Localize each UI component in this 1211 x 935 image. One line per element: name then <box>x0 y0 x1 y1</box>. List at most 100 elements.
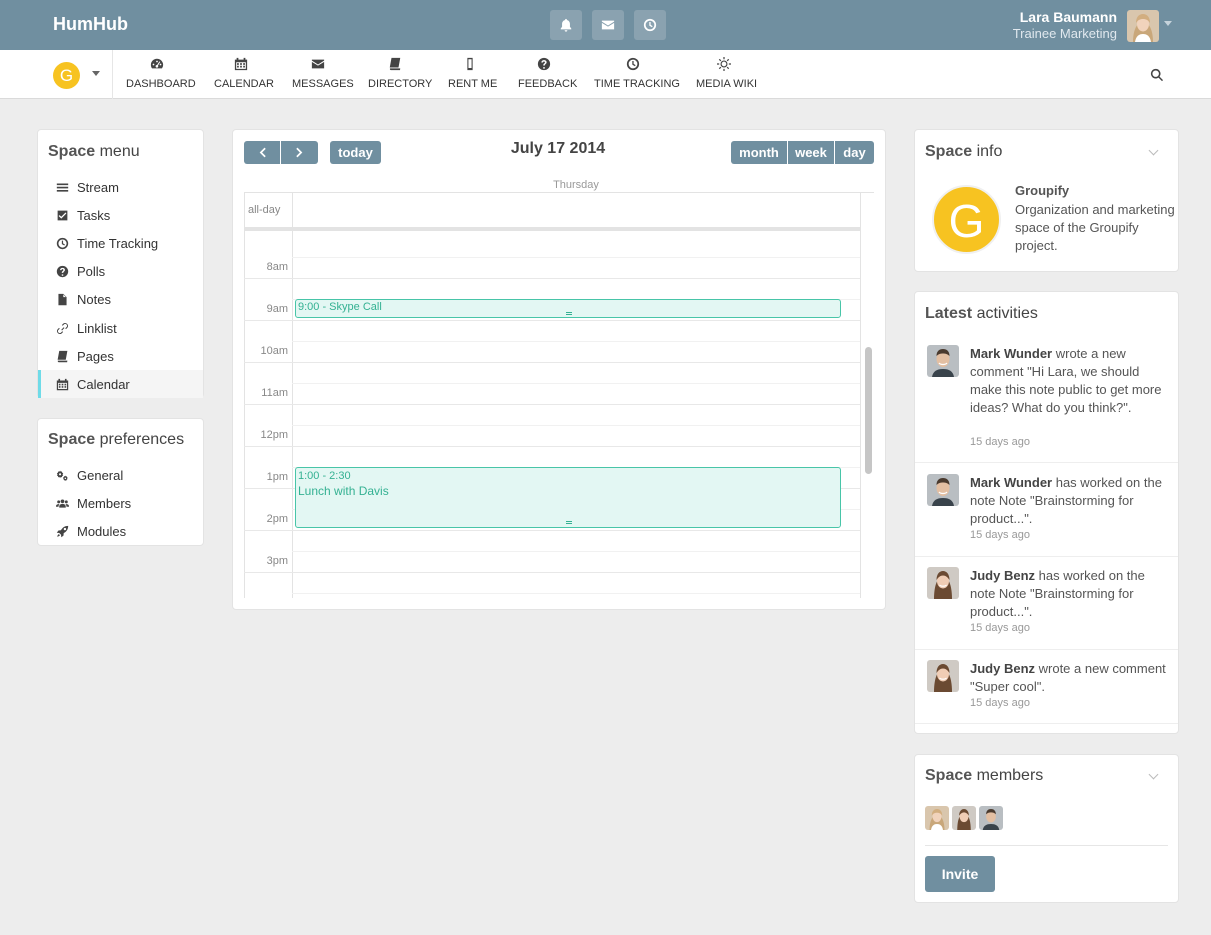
menu-item-time-tracking[interactable]: Time Tracking <box>38 229 203 257</box>
activity-text: Judy Benz has worked on the note Note "B… <box>970 568 1145 619</box>
avatar[interactable] <box>927 567 959 599</box>
rocket-icon <box>56 525 69 537</box>
activity-item[interactable]: Judy Benz has worked on the note Note "B… <box>915 557 1178 650</box>
menu-item-tasks[interactable]: Tasks <box>38 201 203 229</box>
menu-item-linklist[interactable]: Linklist <box>38 314 203 342</box>
hour-label: 1pm <box>266 471 288 483</box>
activity-item[interactable]: Mark Wunder has worked on the note Note … <box>915 464 1178 557</box>
menu-item-label: Polls <box>77 263 106 279</box>
avatar[interactable] <box>927 660 959 692</box>
view-day-button[interactable]: day <box>835 141 874 164</box>
member-avatar[interactable] <box>979 806 1003 830</box>
user-avatar[interactable] <box>1127 10 1159 42</box>
avatar[interactable] <box>927 345 959 377</box>
nav-label: RENT ME <box>448 78 498 90</box>
latest-activities-panel: Latest activities Mark Wunder wrote a ne… <box>914 291 1179 734</box>
view-week-button[interactable]: week <box>788 141 834 164</box>
clock-icon <box>56 237 69 249</box>
resize-handle[interactable] <box>566 521 572 524</box>
activity-item[interactable]: Judy Benz wrote a new comment "Super coo… <box>915 650 1178 724</box>
check-square-icon <box>57 210 68 220</box>
menu-item-label: Stream <box>77 179 119 195</box>
cogs-icon <box>56 470 68 481</box>
search-button[interactable] <box>1150 67 1166 83</box>
collapse-chevron-icon[interactable] <box>1148 145 1159 156</box>
half-hour-line <box>292 257 860 258</box>
nav-feedback[interactable]: FEEDBACK <box>518 57 578 93</box>
event-lunch-with-davis[interactable]: 1:00 - 2:30 Lunch with Davis <box>295 467 841 528</box>
menu-item-pages[interactable]: Pages <box>38 342 203 370</box>
today-button[interactable]: today <box>330 141 381 164</box>
activity-button[interactable] <box>634 10 666 40</box>
collapse-chevron-icon[interactable] <box>1148 769 1159 780</box>
menu-item-label: Calendar <box>77 376 130 392</box>
nav-time-tracking[interactable]: TIME TRACKING <box>594 57 680 93</box>
bars-icon <box>56 182 69 192</box>
nav-calendar[interactable]: CALENDAR <box>214 57 274 93</box>
calendar-icon <box>56 378 69 390</box>
prev-button[interactable] <box>244 141 280 164</box>
user-title: Trainee Marketing <box>1012 26 1117 41</box>
nav-label: FEEDBACK <box>518 78 578 90</box>
calendar-grid: all-day 8am 9am 10am 11am 12pm 1pm 2pm 3… <box>244 192 874 598</box>
space-info-panel: Space info G Groupify Organization and m… <box>914 129 1179 272</box>
notifications-button[interactable] <box>550 10 582 40</box>
menu-item-general[interactable]: General <box>38 461 203 489</box>
allday-divider <box>244 227 860 231</box>
hour-line <box>244 320 860 321</box>
member-avatar[interactable] <box>952 806 976 830</box>
bell-icon <box>560 18 572 32</box>
activity-time: 15 days ago <box>970 436 1030 448</box>
hour-line <box>244 404 860 405</box>
search-icon <box>1150 68 1164 82</box>
next-button[interactable] <box>281 141 318 164</box>
grid-border <box>860 193 861 598</box>
hour-line <box>244 530 860 531</box>
member-avatar[interactable] <box>925 806 949 830</box>
hour-label: 11am <box>261 387 288 399</box>
calendar-scrollbar[interactable] <box>865 347 872 474</box>
activity-item[interactable]: Mark Wunder wrote a new comment "Hi Lara… <box>915 336 1178 463</box>
nav-messages[interactable]: MESSAGES <box>292 57 354 93</box>
menu-item-label: General <box>77 467 124 483</box>
user-name[interactable]: Lara Baumann <box>1020 9 1117 25</box>
menu-item-label: Modules <box>77 523 127 539</box>
space-description: Organization and marketing space of the … <box>1015 202 1175 253</box>
top-bar: HumHub Lara Baumann Trainee Marketing <box>0 0 1211 50</box>
space-info-heading: Space info <box>925 143 1003 160</box>
avatar[interactable] <box>927 474 959 506</box>
link-icon <box>57 322 68 334</box>
user-menu-caret[interactable] <box>1164 21 1172 26</box>
view-month-button[interactable]: month <box>731 141 787 164</box>
nav-dashboard[interactable]: DASHBOARD <box>126 57 196 93</box>
main-nav: G DASHBOARD CALENDAR MESSAGES DIRECTORY … <box>0 50 1211 99</box>
space-members-heading: Space members <box>925 767 1044 784</box>
menu-item-members[interactable]: Members <box>38 489 203 517</box>
event-skype-call[interactable]: 9:00 - Skype Call <box>295 299 841 318</box>
invite-button[interactable]: Invite <box>925 856 995 892</box>
menu-item-polls[interactable]: Polls <box>38 257 203 285</box>
messages-button[interactable] <box>592 10 624 40</box>
brand-logo[interactable]: HumHub <box>53 14 128 35</box>
menu-item-notes[interactable]: Notes <box>38 285 203 313</box>
nav-directory[interactable]: DIRECTORY <box>368 57 432 93</box>
calendar-title: July 17 2014 <box>510 140 606 157</box>
hour-label: 8am <box>266 261 288 273</box>
space-chooser[interactable]: G <box>38 50 113 99</box>
top-notifications <box>550 10 666 40</box>
mobile-icon <box>466 57 473 71</box>
chevron-right-icon <box>296 147 303 158</box>
menu-item-stream[interactable]: Stream <box>38 173 203 201</box>
nav-media-wiki[interactable]: MEDIA WIKI <box>696 57 757 93</box>
clock-icon <box>643 18 657 32</box>
activities-heading: Latest activities <box>925 305 1038 322</box>
nav-rent-me[interactable]: RENT ME <box>448 57 498 93</box>
menu-item-calendar[interactable]: Calendar <box>38 370 203 398</box>
chevron-down-icon <box>92 71 100 76</box>
envelope-icon <box>311 59 325 69</box>
activity-text: Judy Benz wrote a new comment "Super coo… <box>970 661 1166 694</box>
half-hour-line <box>292 425 860 426</box>
menu-item-modules[interactable]: Modules <box>38 517 203 545</box>
resize-handle[interactable] <box>566 312 572 315</box>
hour-label: 9am <box>266 303 288 315</box>
